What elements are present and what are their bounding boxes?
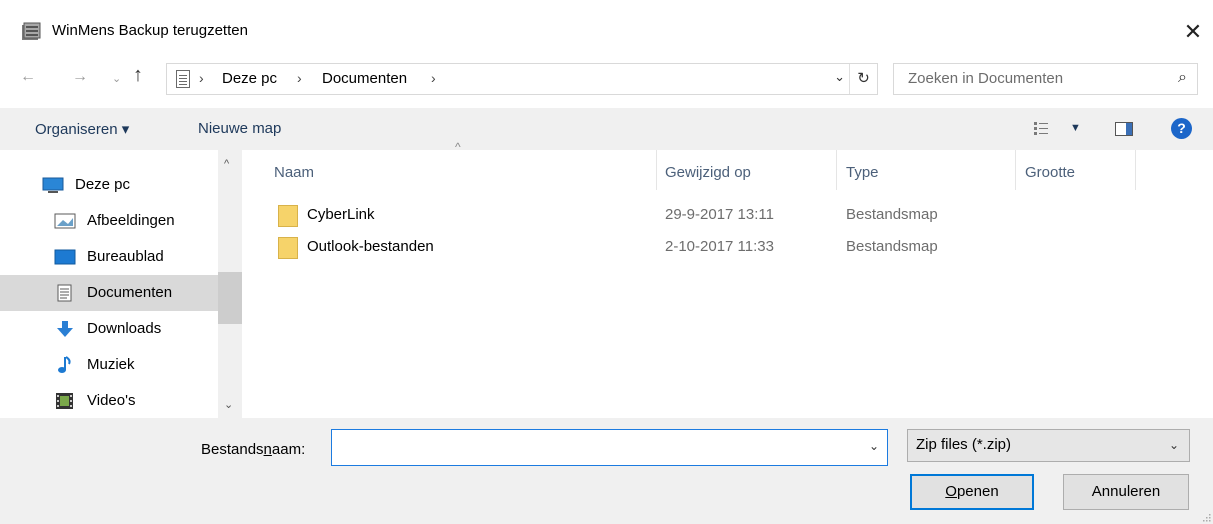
column-header-size[interactable]: Grootte [1025, 164, 1075, 181]
scroll-down-icon[interactable]: ⌄ [224, 398, 233, 411]
file-modified: 29-9-2017 13:11 [665, 206, 774, 223]
file-name: CyberLink [307, 206, 375, 223]
file-name: Outlook-bestanden [307, 238, 434, 255]
breadcrumb-separator[interactable]: › [199, 70, 204, 86]
back-arrow-icon[interactable]: ← [20, 68, 36, 86]
sidebar-item-label: Video's [87, 392, 136, 409]
new-folder-button[interactable]: Nieuwe map [198, 120, 281, 137]
close-button[interactable]: ✕ [1173, 12, 1213, 52]
sidebar-item-label: Deze pc [75, 176, 131, 193]
sidebar-item-deze-pc[interactable]: Deze pc [0, 167, 218, 203]
cancel-button[interactable]: Annuleren [1063, 474, 1189, 510]
sidebar-item-documenten[interactable]: Documenten [0, 275, 218, 311]
search-placeholder: Zoeken in Documenten [908, 70, 1064, 87]
filename-dropdown-icon[interactable]: ⌄ [869, 439, 879, 453]
backup-app-icon [22, 22, 41, 40]
sidebar-item-afbeeldingen[interactable]: Afbeeldingen [0, 203, 218, 239]
refresh-button[interactable]: ↻ [849, 64, 877, 94]
column-header-modified[interactable]: Gewijzigd op [665, 164, 751, 181]
filetype-dropdown-icon[interactable]: ⌄ [1169, 438, 1179, 452]
breadcrumb-separator[interactable]: › [431, 70, 436, 86]
documents-folder-icon [176, 70, 190, 88]
column-header-name[interactable]: Naam [274, 164, 314, 181]
videos-icon [56, 393, 73, 409]
sidebar-item-muziek[interactable]: Muziek [0, 347, 218, 383]
sidebar-item-videos[interactable]: Video's [0, 383, 218, 419]
up-arrow-icon[interactable]: ↑ [133, 64, 143, 87]
column-divider[interactable] [656, 150, 657, 190]
column-divider[interactable] [1015, 150, 1016, 190]
filename-label: Bestandsnaam: [201, 441, 306, 458]
address-bar[interactable]: › Deze pc › Documenten › ⌄ ↻ [166, 63, 878, 95]
sidebar-item-label: Documenten [87, 284, 173, 301]
navigation-pane-scrollbar[interactable]: ^ ⌄ [218, 150, 242, 418]
breadcrumb-separator[interactable]: › [297, 70, 302, 86]
sidebar-item-label: Downloads [87, 320, 162, 337]
downloads-icon [57, 321, 73, 337]
filetype-select[interactable]: Zip files (*.zip) ⌄ [907, 429, 1190, 462]
table-row[interactable]: Outlook-bestanden 2-10-2017 11:33 Bestan… [262, 233, 962, 263]
address-dropdown-icon[interactable]: ⌄ [834, 69, 845, 85]
file-modified: 2-10-2017 11:33 [665, 238, 774, 255]
title-bar: WinMens Backup terugzetten ✕ [0, 0, 1213, 60]
organize-menu-button[interactable]: Organiseren ▾ [35, 120, 129, 138]
folder-icon [278, 237, 298, 259]
sidebar-item-label: Muziek [87, 356, 135, 373]
search-icon[interactable]: ⌕ [1178, 69, 1187, 87]
breadcrumb-documenten[interactable]: Documenten [322, 70, 407, 87]
column-header-type[interactable]: Type [846, 164, 879, 181]
filetype-value: Zip files (*.zip) [916, 436, 1012, 453]
sidebar-item-bureaublad[interactable]: Bureaublad [0, 239, 218, 275]
file-type: Bestandsmap [846, 206, 938, 223]
view-options-dropdown-icon[interactable]: ▼ [1070, 122, 1081, 134]
sidebar-item-downloads[interactable]: Downloads [0, 311, 218, 347]
table-row[interactable]: CyberLink 29-9-2017 13:11 Bestandsmap [262, 201, 962, 231]
refresh-icon: ↻ [857, 70, 870, 87]
scroll-up-icon[interactable]: ^ [224, 158, 229, 170]
folder-icon [278, 205, 298, 227]
sidebar-item-label: Bureaublad [87, 248, 164, 265]
column-divider[interactable] [1135, 150, 1136, 190]
command-toolbar: Organiseren ▾ Nieuwe map ▼ ? [0, 108, 1213, 150]
computer-icon [42, 177, 64, 193]
music-icon [58, 356, 71, 373]
help-icon[interactable]: ? [1171, 118, 1192, 139]
preview-pane-icon[interactable] [1115, 122, 1133, 136]
pictures-icon [54, 213, 76, 229]
forward-arrow-icon[interactable]: → [72, 68, 88, 86]
sort-ascending-icon: ^ [455, 140, 461, 154]
sidebar-item-label: Afbeeldingen [87, 212, 175, 229]
open-button[interactable]: Openen [910, 474, 1034, 510]
column-divider[interactable] [836, 150, 837, 190]
filename-field[interactable]: ⌄ [331, 429, 888, 466]
search-input[interactable]: Zoeken in Documenten ⌕ [893, 63, 1198, 95]
close-icon: ✕ [1183, 19, 1203, 44]
file-list [242, 150, 1213, 418]
breadcrumb-deze-pc[interactable]: Deze pc [222, 70, 277, 87]
desktop-icon [54, 249, 76, 265]
navigation-pane: Deze pc Afbeeldingen Bureaublad Document… [0, 150, 242, 418]
view-options-icon[interactable] [1033, 120, 1049, 136]
file-type: Bestandsmap [846, 238, 938, 255]
recent-locations-chevron-icon[interactable]: ⌄ [112, 72, 121, 85]
window-title: WinMens Backup terugzetten [52, 22, 248, 39]
documents-icon [57, 284, 72, 302]
scrollbar-thumb[interactable] [218, 272, 242, 324]
resize-grip-icon[interactable] [1201, 512, 1211, 522]
